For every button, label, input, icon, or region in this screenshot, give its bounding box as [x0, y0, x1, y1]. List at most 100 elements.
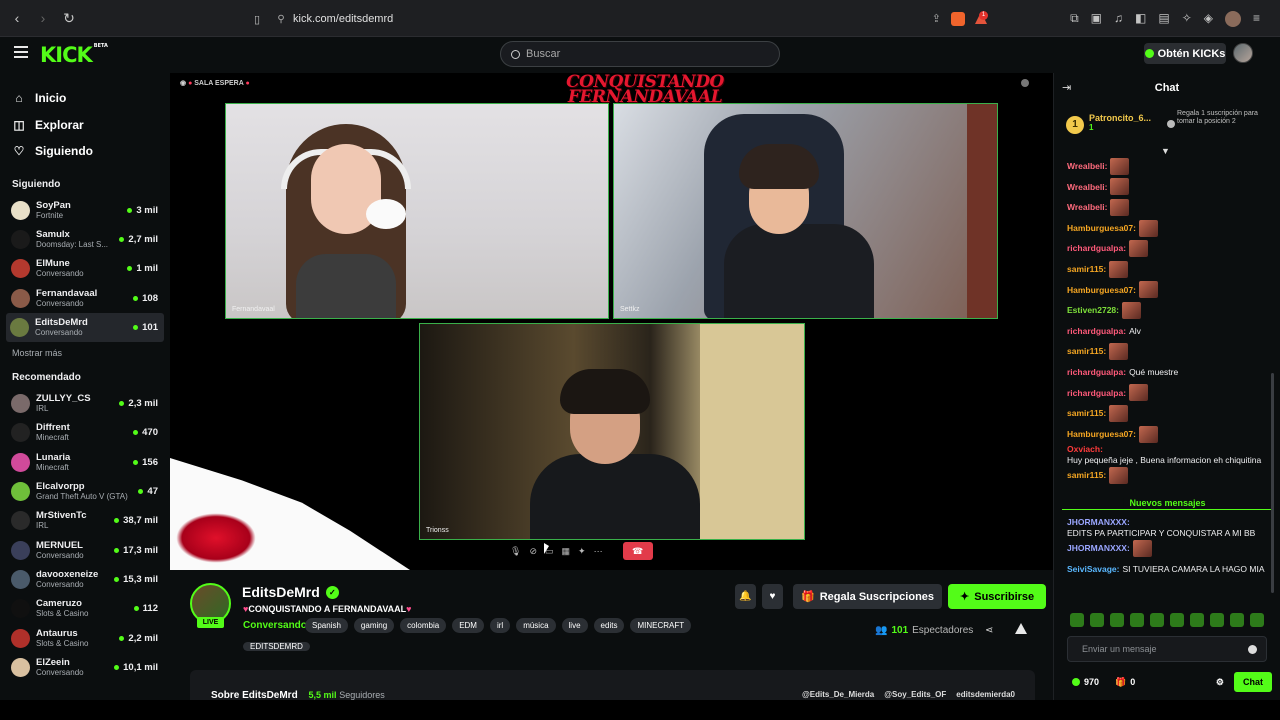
- sidebar-icon[interactable]: ◧: [1135, 11, 1146, 27]
- extensions-icon[interactable]: ⧉: [1070, 11, 1079, 27]
- quick-emote-icon[interactable]: [1190, 613, 1204, 627]
- channel-item[interactable]: davooxeneize Conversando 15,3 mil: [0, 565, 170, 594]
- chat-scrollbar[interactable]: [1271, 373, 1274, 593]
- chat-username[interactable]: Wrealbeli:: [1067, 161, 1107, 172]
- channel-item[interactable]: ElMune Conversando 1 mil: [0, 254, 170, 283]
- tag[interactable]: Spanish: [305, 618, 348, 633]
- screenshot-icon[interactable]: ▣: [1091, 11, 1102, 27]
- channel-item[interactable]: Samulx Doomsday: Last S... 2,7 mil: [0, 225, 170, 254]
- quick-emote-icon[interactable]: [1170, 613, 1184, 627]
- kick-logo[interactable]: KICK BETA: [40, 43, 108, 67]
- end-call-icon[interactable]: ☎: [622, 542, 653, 560]
- site-info-icon[interactable]: ⚲: [269, 14, 293, 25]
- nav-item-explorar[interactable]: ◫ Explorar: [0, 112, 170, 139]
- channel-item[interactable]: Antaurus Slots & Casino 2,2 mil: [0, 623, 170, 652]
- youtube-link[interactable]: @Soy_Edits_OF: [884, 690, 946, 699]
- channel-points[interactable]: 970: [1072, 677, 1099, 687]
- tag[interactable]: irl: [489, 618, 511, 633]
- chat-username[interactable]: Hamburguesa07:: [1067, 285, 1136, 296]
- profile-avatar-icon[interactable]: [1224, 11, 1241, 27]
- chat-username[interactable]: samir115:: [1067, 470, 1106, 481]
- quick-emote-icon[interactable]: [1070, 613, 1084, 627]
- report-icon[interactable]: [1015, 623, 1027, 634]
- music-icon[interactable]: ♫: [1114, 11, 1123, 27]
- search-input[interactable]: Buscar: [500, 41, 780, 67]
- wallet-icon[interactable]: ▤: [1158, 11, 1169, 27]
- grid-icon[interactable]: ▦: [562, 546, 571, 557]
- channel-item[interactable]: MERNUEL Conversando 17,3 mil: [0, 535, 170, 564]
- category-link[interactable]: Conversando: [243, 620, 307, 631]
- chat-username[interactable]: Wrealbeli:: [1067, 202, 1107, 213]
- channel-item[interactable]: Cameruzo Slots & Casino 112: [0, 594, 170, 623]
- notification-bell-icon[interactable]: 🔔: [735, 584, 756, 609]
- share-icon[interactable]: ⋖: [985, 625, 993, 636]
- user-avatar[interactable]: [1233, 43, 1253, 63]
- new-messages-divider[interactable]: Nuevos mensajes: [1062, 498, 1273, 510]
- emoji-icon[interactable]: [1248, 645, 1257, 654]
- chat-username[interactable]: samir115:: [1067, 264, 1106, 275]
- show-more-link[interactable]: Mostrar más: [0, 348, 170, 358]
- chat-username[interactable]: SeiviSavage:: [1067, 564, 1119, 575]
- chat-username[interactable]: richardgualpa:: [1067, 326, 1126, 337]
- channel-item[interactable]: Elcalvorpp Grand Theft Auto V (GTA) 47: [0, 477, 170, 506]
- channel-item[interactable]: MrStivenTc IRL 38,7 mil: [0, 506, 170, 535]
- chat-username[interactable]: richardgualpa:: [1067, 367, 1126, 378]
- tag[interactable]: colombia: [400, 618, 447, 633]
- subscribe-button[interactable]: ✦ Suscribirse: [948, 584, 1047, 609]
- quick-emote-icon[interactable]: [1210, 613, 1224, 627]
- chat-username[interactable]: samir115:: [1067, 408, 1106, 419]
- channel-name[interactable]: EditsDeMrd ✓: [242, 584, 339, 600]
- video-player[interactable]: ◉ ● SALA ESPERA ● CONQUISTANDO FERNANDAV…: [170, 73, 1053, 570]
- channel-item[interactable]: ElZeein Conversando 10,1 mil: [0, 653, 170, 682]
- menu-icon[interactable]: ≡: [1253, 11, 1260, 27]
- share-icon[interactable]: ⇪: [932, 12, 941, 26]
- channel-item[interactable]: ZULLYY_CS IRL 2,3 mil: [0, 389, 170, 418]
- nav-item-inicio[interactable]: ⌂ Inicio: [0, 85, 170, 112]
- channel-item[interactable]: Lunaria Minecraft 156: [0, 448, 170, 477]
- reload-icon[interactable]: ↻: [62, 10, 76, 27]
- quick-emote-icon[interactable]: [1110, 613, 1124, 627]
- tag[interactable]: MINECRAFT: [630, 618, 692, 633]
- nav-item-siguiendo[interactable]: ♡ Siguiendo: [0, 138, 170, 165]
- settings-gear-icon[interactable]: ⚙: [1216, 677, 1224, 688]
- quick-emote-icon[interactable]: [1150, 613, 1164, 627]
- hamburger-menu-icon[interactable]: [14, 46, 28, 58]
- chat-username[interactable]: Oxviach:: [1067, 444, 1103, 455]
- chat-input[interactable]: Enviar un mensaje: [1067, 636, 1267, 662]
- address-bar[interactable]: ▯ ⚲ kick.com/editsdemrd ⇪: [245, 8, 997, 30]
- chat-username[interactable]: richardgualpa:: [1067, 388, 1126, 399]
- send-chat-button[interactable]: Chat: [1234, 672, 1272, 692]
- gift-subs-button[interactable]: 🎁 Regala Suscripciones: [793, 584, 943, 609]
- more-icon[interactable]: ⋯: [594, 546, 603, 557]
- camera-off-icon[interactable]: ⊘: [529, 546, 537, 557]
- chevron-down-icon[interactable]: ▼: [1161, 146, 1170, 156]
- channel-item[interactable]: EditsDeMrd Conversando 101: [6, 312, 164, 342]
- tag[interactable]: EDM: [452, 618, 484, 633]
- follow-heart-icon[interactable]: ♥: [762, 584, 783, 609]
- chat-username[interactable]: JHORMANXXX:: [1067, 543, 1130, 554]
- quick-emote-icon[interactable]: [1230, 613, 1244, 627]
- chat-username[interactable]: richardgualpa:: [1067, 243, 1126, 254]
- chat-username[interactable]: Hamburguesa07:: [1067, 223, 1136, 234]
- quick-emote-icon[interactable]: [1090, 613, 1104, 627]
- chat-username[interactable]: Wrealbeli:: [1067, 182, 1107, 193]
- channel-item[interactable]: SoyPan Fortnite 3 mil: [0, 196, 170, 225]
- mic-icon[interactable]: 🎙: [510, 546, 521, 557]
- forward-icon[interactable]: ›: [36, 10, 50, 27]
- gift-counter[interactable]: 🎁 0: [1115, 677, 1135, 688]
- chat-username[interactable]: Estiven2728:: [1067, 305, 1119, 316]
- channel-item[interactable]: Diffrent Minecraft 470: [0, 418, 170, 447]
- tag[interactable]: edits: [593, 618, 625, 633]
- ai-icon[interactable]: ✧: [1182, 11, 1192, 27]
- chat-username[interactable]: JHORMANXXX:: [1067, 517, 1130, 528]
- bookmark-icon[interactable]: ▯: [245, 13, 269, 26]
- top-gifter-name[interactable]: Patroncito_6...: [1089, 113, 1151, 123]
- tag[interactable]: live: [561, 618, 588, 633]
- chat-username[interactable]: Hamburguesa07:: [1067, 429, 1136, 440]
- tag[interactable]: música: [516, 618, 556, 633]
- vpn-icon[interactable]: ◈: [1204, 11, 1213, 27]
- instagram-link[interactable]: editsdemierda0: [956, 690, 1015, 699]
- effects-icon[interactable]: ✦: [578, 546, 586, 557]
- tag[interactable]: gaming: [353, 618, 395, 633]
- brave-shield-icon[interactable]: [951, 12, 965, 26]
